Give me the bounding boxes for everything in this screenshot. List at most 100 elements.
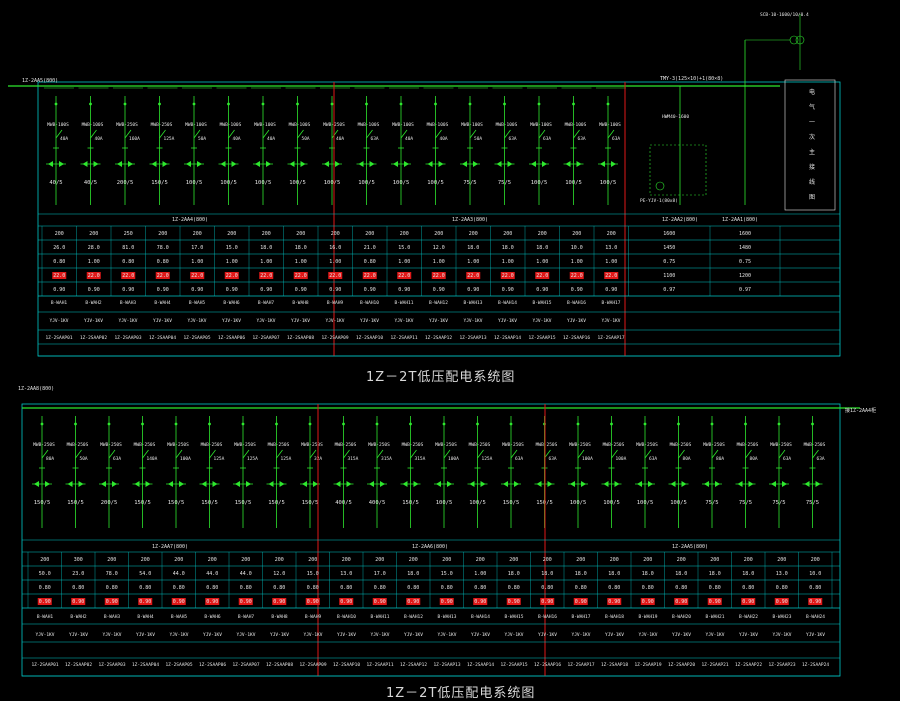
bus-tap-dot xyxy=(107,422,111,426)
transformer-note: SCB-10-1600/10/0.4 xyxy=(760,12,809,18)
table-cell-value: 44.0 xyxy=(206,571,218,577)
table-cell-value: 0.90 xyxy=(139,599,151,605)
breaker-rating-label: 63A xyxy=(543,136,551,142)
section-label: 1Z-2AA4(800) xyxy=(172,217,208,223)
table-cell-value: 1.00 xyxy=(571,259,583,265)
table-cell-value: 15.0 xyxy=(398,245,410,251)
breaker-type-label: MWB-100S xyxy=(358,122,380,128)
breaker-rating-label: 40A xyxy=(95,136,103,142)
cable-type: YJV-1KV xyxy=(188,318,207,324)
cable-type: YJV-1KV xyxy=(533,318,552,324)
ct-ratio-label: 100/5 xyxy=(600,180,617,186)
bus-tap-dot xyxy=(468,102,472,106)
load-name: B-WAH21 xyxy=(706,614,725,620)
cable-type: YJV-1KV xyxy=(103,632,122,638)
table-cell-value: 15.0 xyxy=(441,571,453,577)
breaker-rating-label: 125A xyxy=(482,456,493,462)
load-name: B-WAH7 xyxy=(258,300,275,306)
load-name: B-WAH17 xyxy=(572,614,591,620)
bus-tap-dot xyxy=(409,422,412,426)
circuit-code: 1Z-2SAAP05 xyxy=(183,335,210,341)
ct-ratio-label: 40/5 xyxy=(84,180,97,186)
ct-ratio-label: 150/5 xyxy=(34,500,51,506)
table-cell-value: 0.80 xyxy=(307,585,319,591)
table-cell-value: 28.0 xyxy=(88,245,100,251)
load-name: B-WAH22 xyxy=(739,614,758,620)
load-name: B-WAH12 xyxy=(404,614,423,620)
bus-tap-dot xyxy=(777,422,781,426)
table-cell-value: 17.0 xyxy=(374,571,386,577)
bus-tap-dot xyxy=(89,102,92,106)
bus-tap-dot xyxy=(509,422,513,426)
table-cell-value: 200 xyxy=(509,557,518,563)
load-name: B-WAH19 xyxy=(639,614,658,620)
bus-tap-dot xyxy=(710,422,714,426)
breaker-rating-label: 80A xyxy=(683,456,691,462)
circuit-code: 1Z-2SAAP17 xyxy=(597,335,624,341)
load-name: B-WAH8 xyxy=(271,614,288,620)
breaker-rating-label: 40A xyxy=(267,136,275,142)
ct-ratio-label: 100/5 xyxy=(289,180,306,186)
circuit-code: 1Z-2SAAP19 xyxy=(634,662,661,668)
bottom-right-label: 接1Z-2AA4柜 xyxy=(845,407,876,414)
breaker-rating-label: 80A xyxy=(750,456,758,462)
table-cell-value: 0.80 xyxy=(139,585,151,591)
cable-type: YJV-1KV xyxy=(326,318,345,324)
right-panel-char: 主 xyxy=(809,148,815,156)
breaker-rating-label: 40A xyxy=(336,136,344,142)
load-name: B-WAH6 xyxy=(204,614,221,620)
breaker-type-label: MWB-250S xyxy=(268,442,290,448)
cable-type: YJV-1KV xyxy=(567,318,586,324)
ct-ratio-label: 100/5 xyxy=(469,500,486,506)
table-cell-value: 13.0 xyxy=(605,245,617,251)
load-name: B-WAH3 xyxy=(104,614,121,620)
table-cell-value: 0.80 xyxy=(106,585,118,591)
table-cell-value: 0.80 xyxy=(72,585,84,591)
breaker-type-label: MWB-250S xyxy=(636,442,658,448)
breaker-rating-label: 63A xyxy=(371,136,379,142)
ct-ratio-label: 150/5 xyxy=(134,500,151,506)
table-cell-value: 10.0 xyxy=(571,245,583,251)
cable-type: YJV-1KV xyxy=(69,632,88,638)
table-cell-value: 1.00 xyxy=(433,259,445,265)
circuit-code: 1Z-2SAAP12 xyxy=(400,662,427,668)
table-cell-value: 0.90 xyxy=(536,287,548,293)
table-cell-value: 200 xyxy=(744,557,753,563)
right-panel-char: 一 xyxy=(809,119,815,126)
cable-type: YJV-1KV xyxy=(404,632,423,638)
table-cell-value: 200 xyxy=(400,231,409,237)
circuit-code: 1Z-2SAAP10 xyxy=(356,335,383,341)
table-cell-value: 16.0 xyxy=(329,245,341,251)
table-cell-value: 0.80 xyxy=(374,585,386,591)
circuit-code: 1Z-2SAAP02 xyxy=(80,335,107,341)
circuit-code: 1Z-2SAAP14 xyxy=(467,662,494,668)
breaker-rating-label: 125A xyxy=(281,456,292,462)
ct-ratio-label: 400/5 xyxy=(335,500,352,506)
load-name: B-WAH11 xyxy=(371,614,390,620)
breaker-rating-label: 63A xyxy=(113,456,121,462)
cable-type: YJV-1KV xyxy=(602,318,621,324)
load-name: B-WAH10 xyxy=(337,614,356,620)
circuit-code: 1Z-2SAAP14 xyxy=(494,335,521,341)
breaker-rating-label: 63A xyxy=(549,456,557,462)
section-label: 1Z-2AA2(800) xyxy=(662,217,698,223)
table-cell-value: 22.0 xyxy=(260,273,272,279)
table-cell-value: 1.00 xyxy=(502,259,514,265)
table-cell-value: 0.80 xyxy=(240,585,252,591)
circuit-code: 1Z-2SAAP08 xyxy=(266,662,293,668)
circuit-code: 1Z-2SAAP15 xyxy=(528,335,555,341)
ct-ratio-label: 75/5 xyxy=(498,180,511,186)
table-cell-value: 0.90 xyxy=(329,287,341,293)
table-cell-value: 200 xyxy=(572,231,581,237)
table-cell-value: 22.0 xyxy=(88,273,100,279)
table-cell-value: 0.80 xyxy=(273,585,285,591)
load-name: B-WAH9 xyxy=(327,300,344,306)
table-cell-value: 1.00 xyxy=(467,259,479,265)
bus-tap-dot xyxy=(192,102,196,106)
table-cell-value: 200 xyxy=(107,557,116,563)
cable-type: YJV-1KV xyxy=(498,318,517,324)
bus-tap-dot xyxy=(677,422,680,426)
table-cell-value: 0.90 xyxy=(72,599,84,605)
cable-type: YJV-1KV xyxy=(806,632,825,638)
breaker-type-label: MWB-250S xyxy=(402,442,424,448)
